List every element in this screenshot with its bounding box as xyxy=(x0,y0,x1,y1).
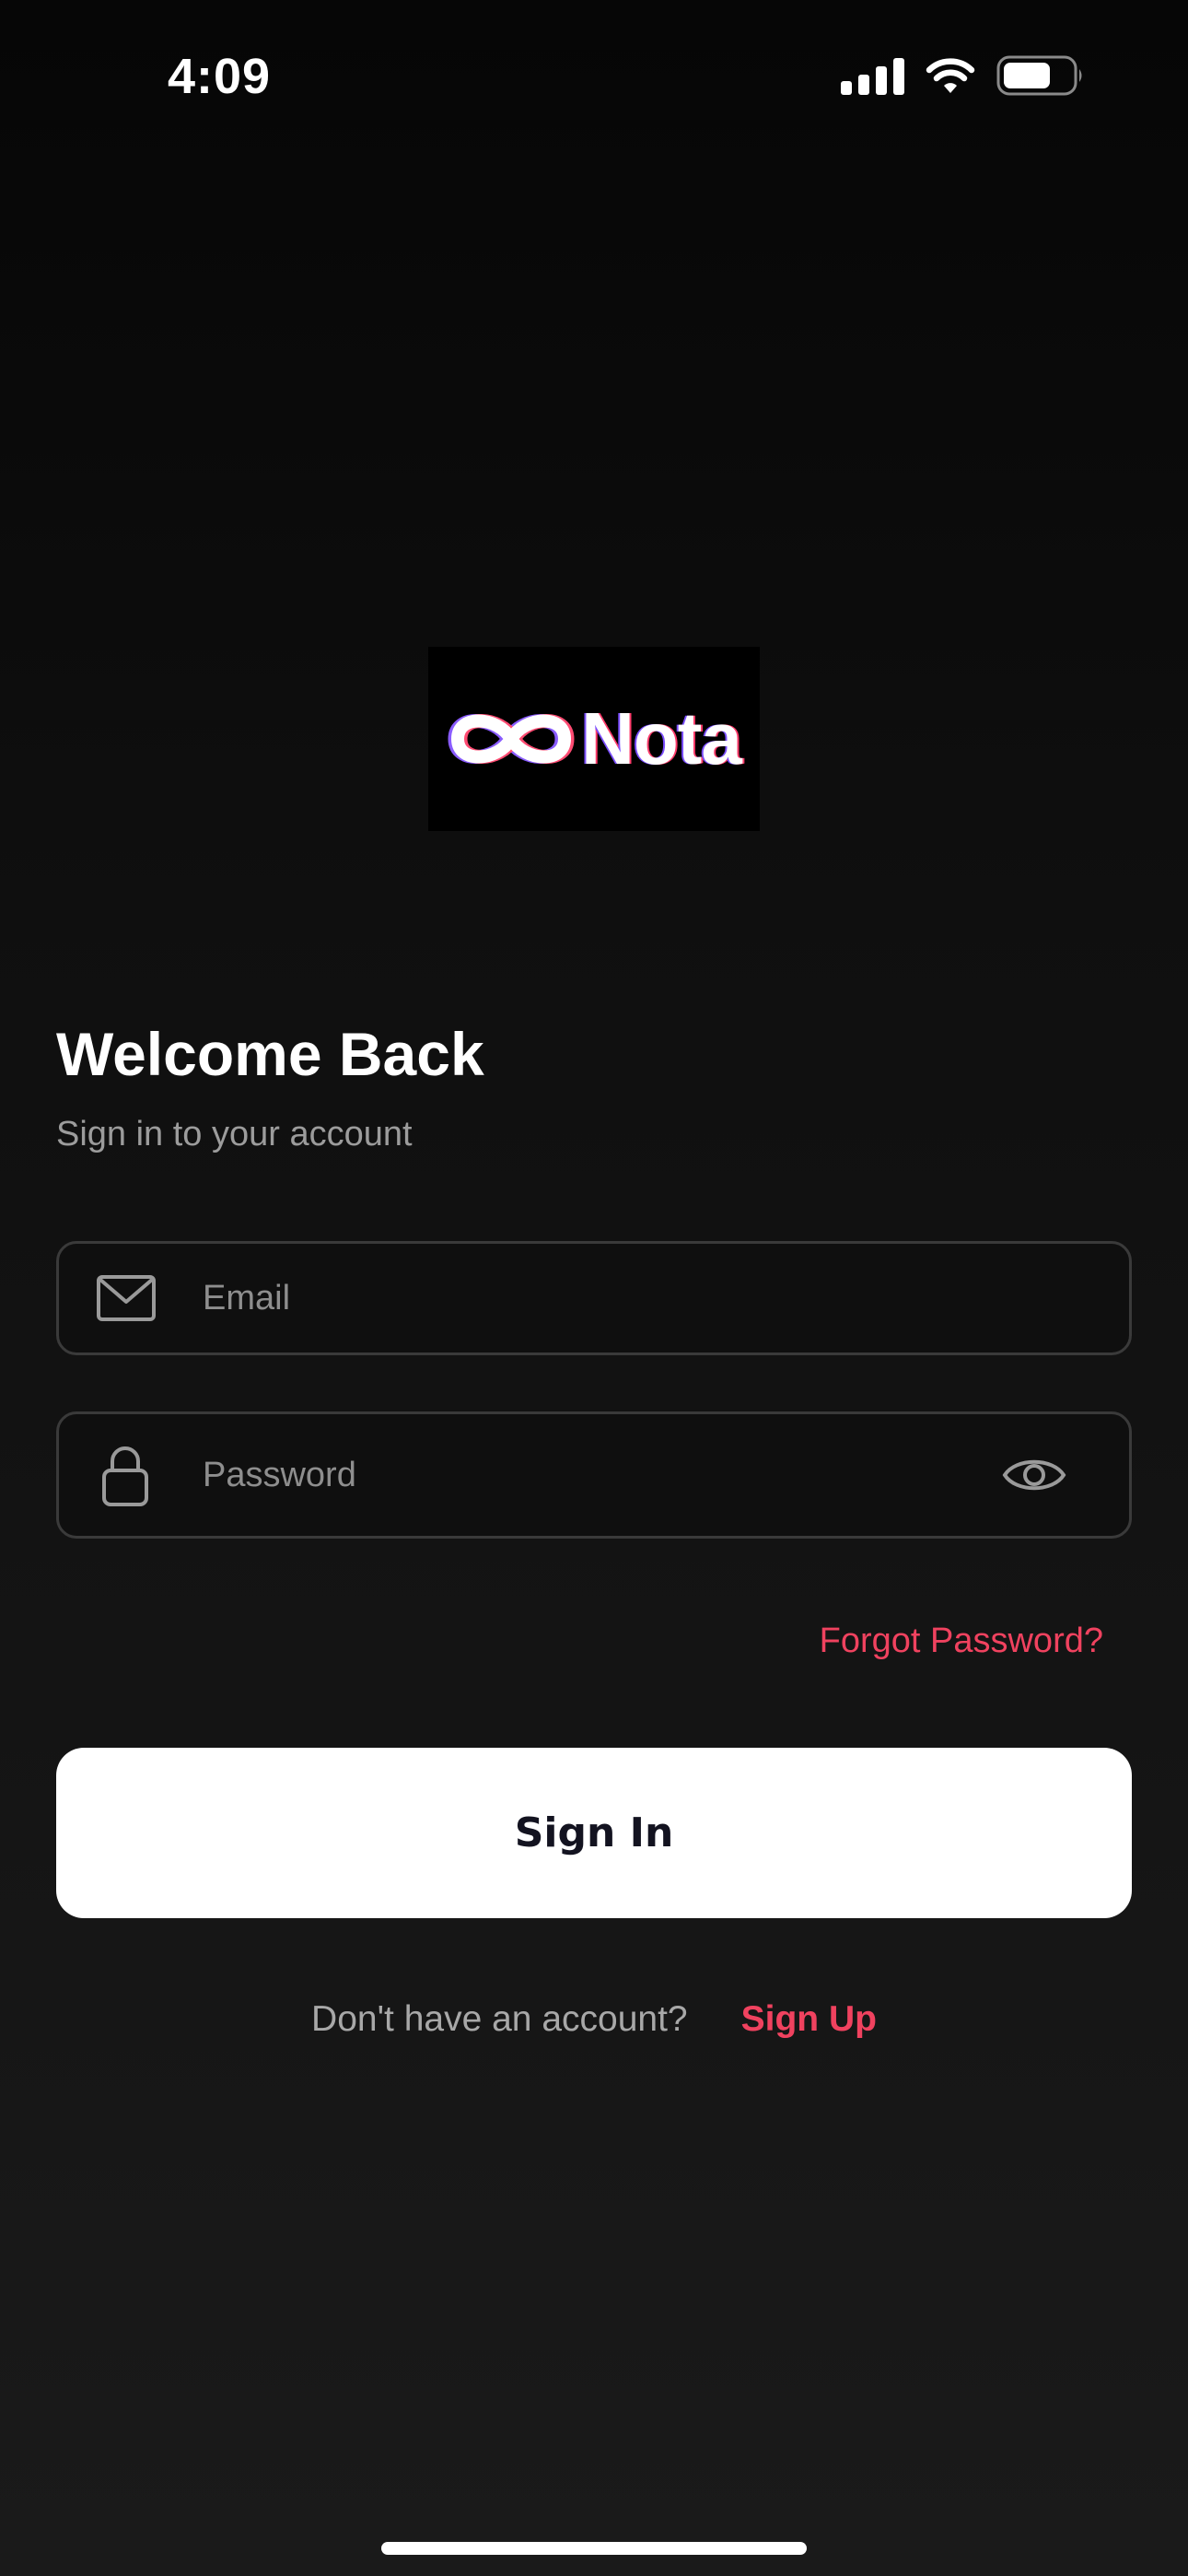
email-field[interactable] xyxy=(56,1241,1132,1355)
lock-icon xyxy=(101,1443,149,1507)
sign-up-link[interactable]: Sign Up xyxy=(741,1999,877,2040)
home-indicator[interactable] xyxy=(381,2542,807,2555)
envelope-icon xyxy=(96,1274,157,1322)
email-input[interactable] xyxy=(203,1244,991,1352)
battery-icon xyxy=(996,55,1085,96)
password-input[interactable] xyxy=(203,1414,991,1536)
app-logo: Nota xyxy=(428,647,760,831)
password-field[interactable] xyxy=(56,1411,1132,1539)
signup-prompt: Don't have an account? xyxy=(311,1999,688,2039)
status-time: 4:09 xyxy=(168,49,272,104)
cellular-signal-icon xyxy=(841,56,904,95)
status-bar: 4:09 xyxy=(0,0,1188,157)
sign-in-button[interactable]: Sign In xyxy=(56,1748,1132,1918)
wifi-icon xyxy=(925,56,976,95)
page-title: Welcome Back xyxy=(56,1020,484,1088)
signup-row: Don't have an account? Sign Up xyxy=(0,1999,1188,2040)
eye-icon[interactable] xyxy=(1002,1454,1066,1496)
infinity-icon xyxy=(448,714,575,764)
page-subtitle: Sign in to your account xyxy=(56,1115,413,1153)
logo-text: Nota xyxy=(581,697,742,779)
forgot-password-link[interactable]: Forgot Password? xyxy=(820,1622,1103,1661)
status-icons xyxy=(841,55,1085,96)
